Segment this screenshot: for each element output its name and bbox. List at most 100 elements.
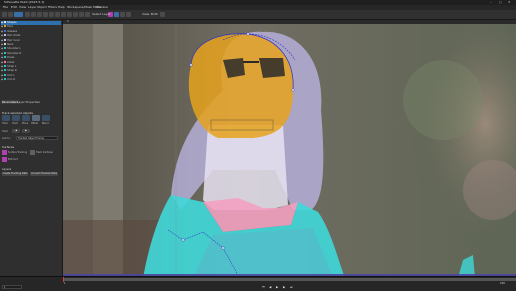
zoom-icon[interactable]: [160, 12, 165, 17]
layer-row[interactable]: ◉ Arm L: [1, 73, 61, 78]
visibility-icon[interactable]: ◉: [1, 61, 3, 64]
step-forward-icon[interactable]: ▶: [283, 285, 285, 289]
ellipse-tool-icon[interactable]: [55, 12, 60, 17]
visibility-icon[interactable]: ◉: [1, 56, 3, 59]
move-button[interactable]: [22, 115, 30, 121]
layer-color-swatch: [4, 38, 7, 41]
view-mode-label[interactable]: View: Both: [142, 11, 158, 18]
spline-point[interactable]: [246, 32, 250, 36]
step-back-icon[interactable]: ◀: [269, 285, 271, 289]
track-backward-button[interactable]: [2, 115, 10, 121]
shape-mode-button[interactable]: [14, 12, 23, 17]
layer-label: Dress: [7, 56, 15, 60]
brush-tool-icon[interactable]: [31, 12, 36, 17]
layer-label: Hair Outer: [7, 34, 21, 38]
layer-row[interactable]: ◉ Hair Inner: [1, 38, 61, 43]
layers-section-title: Layers: [2, 167, 12, 171]
layer-label: Face: [7, 25, 13, 29]
blend-button[interactable]: [42, 115, 50, 121]
tab-layer-properties[interactable]: Layer Properties: [16, 100, 41, 104]
convert-tracking-button[interactable]: Convert Tracked Data: [30, 172, 58, 176]
select-tool-icon[interactable]: [2, 12, 7, 17]
visibility-icon[interactable]: ◉: [1, 21, 3, 24]
layer-row[interactable]: ◉ Hair Outer: [1, 34, 61, 38]
offset-button[interactable]: [32, 115, 40, 121]
viewer-canvas[interactable]: [63, 20, 516, 278]
current-frame-field[interactable]: 1: [2, 285, 22, 289]
visibility-icon[interactable]: ◉: [1, 78, 3, 81]
overlay-mode-icon[interactable]: [114, 12, 119, 17]
layer-row[interactable]: ◉ Neck: [1, 43, 61, 47]
spline-point[interactable]: [189, 63, 193, 67]
spline-point[interactable]: [181, 238, 185, 242]
grid-icon[interactable]: [79, 12, 84, 17]
transform-tool-icon[interactable]: [8, 12, 13, 17]
viewer[interactable]: [63, 20, 516, 278]
layer-row[interactable]: ◉ Strap L: [1, 65, 61, 69]
layer-icon[interactable]: [73, 12, 78, 17]
spline-point[interactable]: [221, 246, 225, 250]
layer-color-swatch: [4, 47, 7, 50]
go-start-icon[interactable]: ⏮: [262, 285, 265, 289]
timeline[interactable]: 1 240 ⏮ ◀ ▶ ▶ ⏭ 1: [0, 276, 516, 291]
glasses-right-lens: [259, 58, 285, 78]
layer-row[interactable]: ◉ Dress: [1, 56, 61, 60]
visibility-icon[interactable]: ◉: [1, 34, 3, 37]
lock-icon[interactable]: [85, 12, 90, 17]
layer-color-swatch: [4, 34, 7, 37]
layer-color-swatch: [4, 29, 7, 32]
rect-tool-icon[interactable]: [61, 12, 66, 17]
surface-swatch-3[interactable]: [2, 157, 7, 162]
bezier-tool-icon[interactable]: [37, 12, 42, 17]
visibility-icon[interactable]: ◉: [1, 74, 3, 77]
alpha-mode-icon[interactable]: [120, 12, 125, 17]
go-end-icon[interactable]: ⏭: [290, 285, 293, 289]
timeline-ruler[interactable]: [63, 278, 516, 281]
layer-color-swatch: [4, 73, 7, 76]
visibility-icon[interactable]: ◉: [1, 30, 3, 33]
track-button[interactable]: [12, 115, 20, 121]
tool-label-move: Move: [22, 122, 29, 125]
layer-row[interactable]: ◉ Arm R: [1, 78, 61, 82]
surface-label-2: Track Surfaces: [36, 151, 53, 154]
track-prev-button[interactable]: ◀: [12, 129, 20, 133]
visibility-icon[interactable]: ◉: [1, 65, 3, 68]
visibility-icon[interactable]: ◉: [1, 43, 3, 46]
visibility-icon[interactable]: ◉: [1, 69, 3, 72]
timeline-end: 240: [500, 282, 505, 285]
tracker-icon[interactable]: [67, 12, 72, 17]
link-to-select[interactable]: Tracked Object Frame: [16, 136, 58, 140]
surface-swatch-2[interactable]: [30, 150, 35, 155]
layer-label: Shoulder L: [7, 47, 21, 51]
spline-point[interactable]: [291, 88, 295, 92]
surface-label-1: Surface Tracking: [8, 151, 28, 154]
surface-swatch-1[interactable]: [2, 150, 7, 155]
layer-label: Strap L: [7, 65, 17, 68]
layer-row[interactable]: ◉ Strap R: [1, 69, 61, 73]
play-icon[interactable]: ▶: [276, 285, 278, 289]
visibility-icon[interactable]: ◉: [1, 52, 3, 55]
tool-label-track: Track: [12, 122, 19, 125]
visibility-icon[interactable]: ◉: [1, 39, 3, 42]
create-tracking-button[interactable]: Create Tracking Data: [2, 172, 28, 176]
track-next-button[interactable]: ▶: [22, 129, 30, 133]
visibility-icon[interactable]: ◉: [1, 25, 3, 28]
layer-row[interactable]: ◉ Shapes: [1, 21, 61, 25]
pen-tool-icon[interactable]: [25, 12, 30, 17]
layer-row[interactable]: ◉ Collar: [1, 60, 61, 65]
xspline-tool-icon[interactable]: [43, 12, 48, 17]
layer-row[interactable]: ◉ Glasses: [1, 29, 61, 34]
tool-label-track-back: Track: [2, 122, 9, 125]
face-mask[interactable]: [188, 33, 294, 138]
viewer-header: 0: [63, 20, 516, 24]
rgb-mode-icon[interactable]: [126, 12, 131, 17]
layer-row[interactable]: ◉ Shoulder R: [1, 51, 61, 56]
tool-label-blend: Blend: [42, 122, 49, 125]
visibility-icon[interactable]: ◉: [1, 47, 3, 50]
layer-row[interactable]: ◉ Shoulder L: [1, 47, 61, 51]
layer-label: Glasses: [7, 29, 18, 33]
view-select-label[interactable]: Select Layer: [92, 11, 111, 18]
layer-row[interactable]: ◉ Face: [1, 25, 61, 29]
layer-label: Shapes: [7, 21, 17, 24]
magic-wand-icon[interactable]: [49, 12, 54, 17]
